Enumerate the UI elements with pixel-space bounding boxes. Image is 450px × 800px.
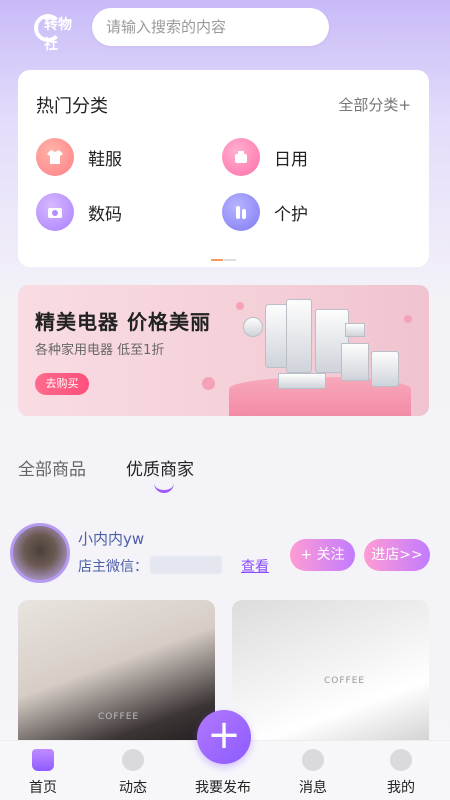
washer-image xyxy=(371,351,399,387)
category-label: 个护 xyxy=(274,204,308,225)
category-label: 数码 xyxy=(88,204,122,225)
plus-icon: + xyxy=(207,712,241,758)
profile-icon xyxy=(390,749,412,771)
wechat-id-hidden xyxy=(150,556,222,574)
home-icon xyxy=(32,749,54,771)
oven-image xyxy=(341,343,369,381)
tabbar-label: 动态 xyxy=(119,780,147,796)
categories-title: 热门分类 xyxy=(36,96,108,117)
product-tag-text: COFFEE xyxy=(98,712,140,722)
tab-quality-merchants[interactable]: 优质商家 xyxy=(126,455,194,480)
tabbar-item-home[interactable]: 首页 xyxy=(8,749,78,797)
tabbar-item-profile[interactable]: 我的 xyxy=(366,749,436,797)
category-item-digital[interactable]: 数码 xyxy=(36,193,122,231)
product-tabs: 全部商品 优质商家 xyxy=(0,455,450,495)
header: 转物社 xyxy=(0,0,450,60)
hot-categories-card: 热门分类 全部分类+ 鞋服 日用 数码 个护 xyxy=(18,70,429,267)
range-hood-image xyxy=(345,323,365,337)
merchant-row: 小内内yw 店主微信： 查看 + 关注 进店>> xyxy=(0,520,450,583)
all-categories-link[interactable]: 全部分类+ xyxy=(338,94,411,115)
tab-all-products[interactable]: 全部商品 xyxy=(18,455,86,480)
app-logo[interactable]: 转物社 xyxy=(28,6,84,53)
decor-bubble xyxy=(202,377,215,390)
view-wechat-link[interactable]: 查看 xyxy=(241,556,269,576)
banner-subtitle: 各种家用电器 低至1折 xyxy=(35,343,165,358)
category-label: 日用 xyxy=(274,149,308,170)
category-item-daily[interactable]: 日用 xyxy=(222,138,308,176)
promo-banner[interactable]: 精美电器 价格美丽 各种家用电器 低至1折 去购买 xyxy=(18,285,429,416)
search-bar[interactable] xyxy=(92,8,329,46)
daily-goods-icon xyxy=(222,138,260,176)
product-card[interactable]: COFFEE xyxy=(18,600,215,745)
product-tag-text: COFFEE xyxy=(324,676,366,686)
search-input[interactable] xyxy=(106,18,329,36)
tabbar-label: 首页 xyxy=(29,780,57,796)
personal-care-icon xyxy=(222,193,260,231)
buy-button[interactable]: 去购买 xyxy=(35,373,89,395)
decor-bubble xyxy=(404,315,412,323)
microwave-image xyxy=(278,373,326,389)
category-item-care[interactable]: 个护 xyxy=(222,193,308,231)
wechat-label: 店主微信： xyxy=(78,559,148,575)
fridge-image xyxy=(286,299,312,373)
follow-button[interactable]: + 关注 xyxy=(290,539,355,571)
tabbar-item-feed[interactable]: 动态 xyxy=(98,749,168,797)
publish-plus-button[interactable]: + xyxy=(197,710,251,764)
merchant-avatar[interactable] xyxy=(10,523,70,583)
banner-title: 精美电器 价格美丽 xyxy=(35,310,211,334)
category-label: 鞋服 xyxy=(88,149,122,170)
product-card[interactable]: COFFEE xyxy=(232,600,429,745)
logo-text: 转物社 xyxy=(44,17,72,53)
carousel-indicator xyxy=(211,259,237,261)
category-item-clothing[interactable]: 鞋服 xyxy=(36,138,122,176)
camera-icon xyxy=(36,193,74,231)
decor-bubble xyxy=(236,302,244,310)
tabbar-label: 消息 xyxy=(299,780,327,796)
fan-image xyxy=(243,317,263,337)
message-icon xyxy=(302,749,324,771)
active-tab-indicator xyxy=(154,483,174,493)
indicator-inactive xyxy=(224,259,236,261)
merchant-name[interactable]: 小内内yw xyxy=(78,528,144,549)
enter-shop-button[interactable]: 进店>> xyxy=(364,539,430,571)
clothing-icon xyxy=(36,138,74,176)
indicator-active xyxy=(211,259,223,261)
tabbar-label: 我要发布 xyxy=(195,780,251,796)
tabbar-item-messages[interactable]: 消息 xyxy=(278,749,348,797)
tabbar-label: 我的 xyxy=(387,780,415,796)
compass-icon xyxy=(122,749,144,771)
